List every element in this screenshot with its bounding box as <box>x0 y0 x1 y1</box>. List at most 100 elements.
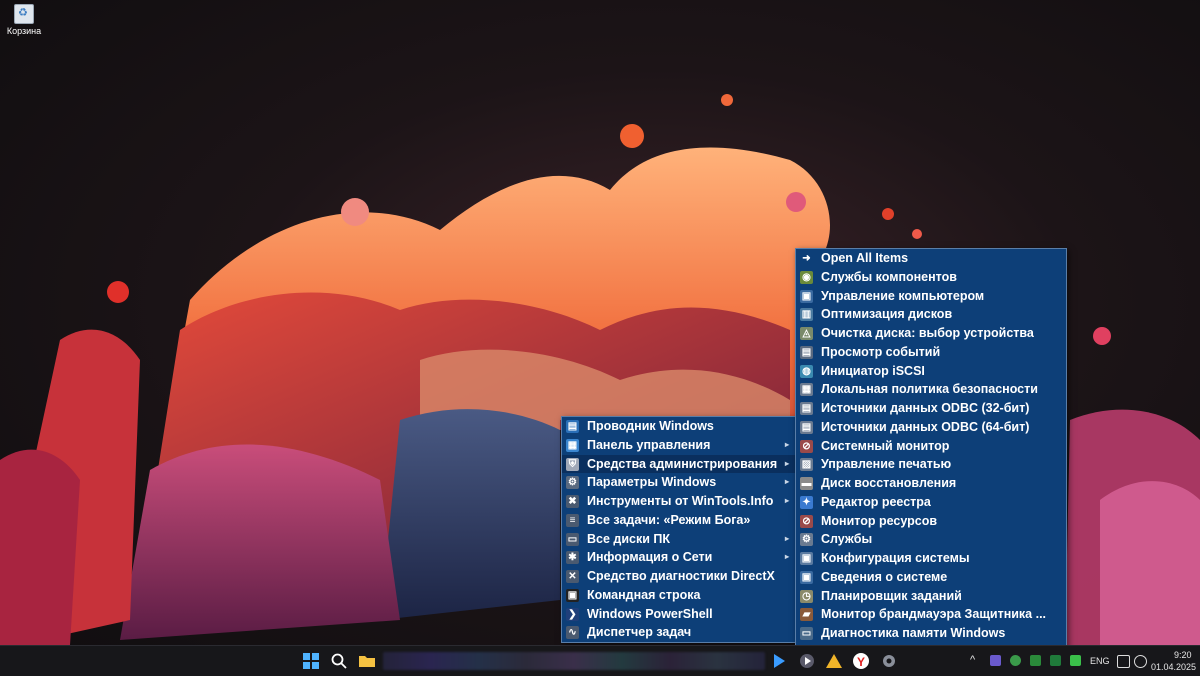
admin-menu-item[interactable]: ◷ Планировщик заданий <box>796 587 1066 606</box>
task-scheduler-icon: ◷ <box>800 589 813 603</box>
submenu-arrow-icon: ▸ <box>784 533 789 543</box>
tools-icon: ✖ <box>566 495 579 508</box>
powershell-icon: ❯ <box>566 607 579 621</box>
admin-menu-item-label: Службы компонентов <box>821 269 957 284</box>
admin-menu-item[interactable]: ▨ Управление печатью <box>796 455 1066 474</box>
main-menu-item-label: Информация о Сети <box>587 550 713 565</box>
recycle-bin-label: Корзина <box>6 26 42 36</box>
admin-menu-item[interactable]: ➜ Open All Items <box>796 249 1066 268</box>
warning-app-button[interactable] <box>825 652 843 670</box>
admin-menu-item-label: Источники данных ODBC (64-бит) <box>821 419 1030 434</box>
main-menu-item[interactable]: ❯ Windows PowerShell <box>562 605 795 624</box>
admin-menu-item[interactable]: ⊘ Системный монитор <box>796 437 1066 456</box>
main-menu-item[interactable]: ▦ Панель управления ▸ <box>562 436 795 455</box>
admin-menu-item-label: Конфигурация системы <box>821 551 970 565</box>
main-menu-item[interactable]: ▤ Проводник Windows <box>562 417 795 436</box>
pinned-apps-blurred[interactable] <box>383 652 765 670</box>
clock-date[interactable]: 01.04.2025 <box>1151 662 1196 672</box>
admin-menu-item[interactable]: ▰ Монитор брандмауэра Защитника ... <box>796 605 1066 624</box>
language-indicator[interactable]: ENG <box>1090 656 1110 666</box>
admin-menu-item-label: Open All Items <box>821 251 909 265</box>
main-menu-item[interactable]: ≡ Все задачи: «Режим Бога» <box>562 511 795 530</box>
main-menu-item[interactable]: ✱ Информация о Сети ▸ <box>562 548 795 567</box>
odbc-icon: ▤ <box>800 420 813 434</box>
main-menu-item[interactable]: ⚙ Параметры Windows ▸ <box>562 473 795 492</box>
main-menu-item-label: Средства администрирования <box>587 456 778 471</box>
component-services-icon: ◉ <box>800 270 813 284</box>
odbc-icon: ▤ <box>800 402 813 415</box>
admin-menu-item[interactable]: ◉ Службы компонентов <box>796 268 1066 287</box>
admin-menu-item-label: Монитор ресурсов <box>821 513 938 528</box>
volume-icon[interactable] <box>1134 655 1147 668</box>
admin-menu-item-label: Диагностика памяти Windows <box>821 626 1006 640</box>
disk-cleanup-icon: ◬ <box>800 327 813 340</box>
admin-menu-item[interactable]: ▤ Источники данных ODBC (64-бит) <box>796 418 1066 437</box>
admin-menu-item-label: Управление компьютером <box>821 288 985 303</box>
defrag-icon: ▥ <box>800 308 813 322</box>
windows-logo-icon <box>303 653 319 669</box>
admin-menu-item-label: Источники данных ODBC (32-бит) <box>821 401 1030 415</box>
admin-menu-item-label: Службы <box>821 532 873 547</box>
admin-menu-item[interactable]: ▦ Локальная политика безопасности <box>796 380 1066 399</box>
search-button[interactable] <box>330 652 348 670</box>
file-explorer-button[interactable] <box>358 652 376 670</box>
admin-menu-item-label: Планировщик заданий <box>821 588 962 603</box>
admin-menu-item[interactable]: ⚙ Службы <box>796 530 1066 549</box>
tray-overflow-chevron-icon[interactable]: ^ <box>970 654 975 666</box>
settings-button[interactable] <box>880 652 898 670</box>
firewall-icon: ▰ <box>800 608 813 622</box>
main-menu-item-label: Средство диагностики DirectX <box>587 569 775 583</box>
admin-menu-item[interactable]: ✦ Редактор реестра <box>796 493 1066 512</box>
search-icon <box>331 653 347 669</box>
network-icon[interactable] <box>1117 655 1130 668</box>
main-menu-item[interactable]: ▭ Все диски ПК ▸ <box>562 530 795 549</box>
tray-leaf-icon[interactable] <box>1010 655 1021 666</box>
admin-menu-item[interactable]: ▣ Управление компьютером <box>796 287 1066 306</box>
tray-update-icon[interactable] <box>1030 655 1041 666</box>
admin-tools-submenu: ➜ Open All Items ◉ Службы компонентов ▣ Управ… <box>795 248 1067 663</box>
admin-menu-item[interactable]: ▤ Источники данных ODBC (32-бит) <box>796 399 1066 418</box>
recycle-bin[interactable]: Корзина <box>4 4 44 36</box>
main-menu-item-label: Инструменты от WinTools.Info <box>587 494 774 508</box>
main-menu-item[interactable]: ⛨ Средства администрирования ▸ <box>562 454 795 474</box>
admin-menu-item[interactable]: ▬ Диск восстановления <box>796 474 1066 493</box>
admin-menu-item[interactable]: ◬ Очистка диска: выбор устройства <box>796 324 1066 343</box>
main-context-menu: ▤ Проводник Windows ▦ Панель управления ▸ ⛨ Ср… <box>561 416 796 643</box>
tray-excel-icon[interactable] <box>1050 655 1061 666</box>
admin-menu-item[interactable]: ▥ Оптимизация дисков <box>796 305 1066 324</box>
admin-menu-item[interactable]: ◍ Инициатор iSCSI <box>796 362 1066 381</box>
play-icon <box>774 654 785 668</box>
admin-menu-item-label: Инициатор iSCSI <box>821 363 925 378</box>
computer-management-icon: ▣ <box>800 289 813 303</box>
memory-diagnostic-icon: ▭ <box>800 627 813 640</box>
admin-menu-item[interactable]: ▣ Конфигурация системы <box>796 549 1066 568</box>
drive-icon: ▭ <box>566 532 579 546</box>
start-button[interactable] <box>302 652 320 670</box>
player-button[interactable] <box>798 652 816 670</box>
tray-android-icon[interactable] <box>1070 655 1081 666</box>
main-menu-item[interactable]: ▣ Командная строка <box>562 586 795 605</box>
main-menu-item-label: Панель управления <box>587 437 711 452</box>
yandex-browser-button[interactable]: Y <box>852 652 870 670</box>
media-player-button[interactable] <box>770 652 788 670</box>
main-menu-item-label: Диспетчер задач <box>587 625 692 640</box>
admin-menu-item-label: Очистка диска: выбор устройства <box>821 326 1034 340</box>
task-manager-icon: ∿ <box>566 626 579 640</box>
main-menu-item-label: Командная строка <box>587 587 701 602</box>
admin-menu-item-label: Системный монитор <box>821 438 950 453</box>
main-menu-item[interactable]: ✖ Инструменты от WinTools.Info ▸ <box>562 492 795 511</box>
clock-time[interactable]: 9:20 <box>1174 650 1192 660</box>
main-menu-item[interactable]: ✕ Средство диагностики DirectX <box>562 567 795 586</box>
print-management-icon: ▨ <box>800 458 813 472</box>
system-info-icon: ▣ <box>800 570 813 584</box>
svg-text:Y: Y <box>857 655 865 669</box>
admin-menu-item[interactable]: ▭ Диагностика памяти Windows <box>796 624 1066 643</box>
main-menu-item[interactable]: ∿ Диспетчер задач <box>562 623 795 642</box>
yandex-icon: Y <box>853 653 869 669</box>
resource-monitor-icon: ⊘ <box>800 514 813 528</box>
tray-app-icon[interactable] <box>990 655 1001 666</box>
admin-menu-item[interactable]: ▣ Сведения о системе <box>796 568 1066 587</box>
admin-menu-item-label: Монитор брандмауэра Защитника ... <box>821 607 1047 622</box>
admin-menu-item[interactable]: ⊘ Монитор ресурсов <box>796 512 1066 531</box>
admin-menu-item[interactable]: ▤ Просмотр событий <box>796 343 1066 362</box>
